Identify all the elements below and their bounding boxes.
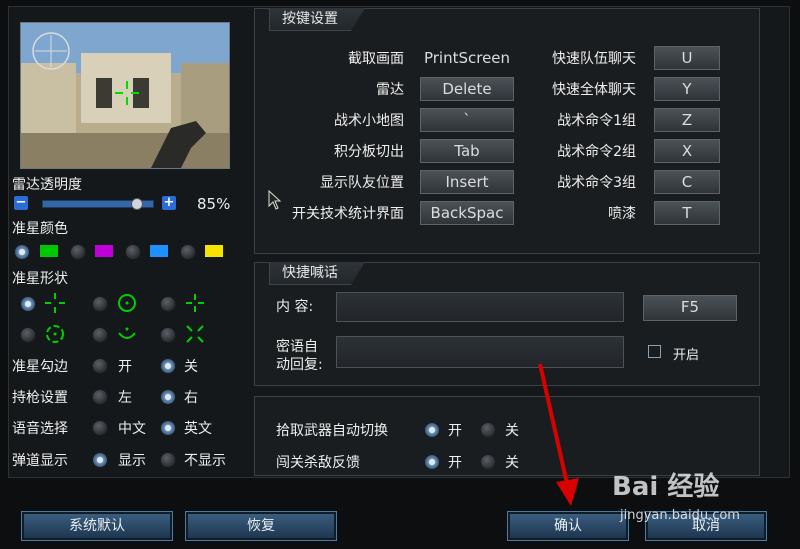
crosshair-preview-image (20, 22, 230, 169)
key-left-label-0: 截取画面 (348, 51, 404, 67)
radar-opacity-value: 85% (197, 195, 231, 213)
color-swatch-yellow (205, 245, 223, 257)
key-left-box-5[interactable]: BackSpac (420, 201, 514, 225)
kill-feedback-off-radio[interactable] (480, 454, 496, 470)
baidu-logo-watermark: Bai 经验 (612, 472, 720, 502)
key-left-box-3[interactable]: Tab (420, 139, 514, 163)
trajectory-show-label: 显示 (118, 453, 146, 469)
red-arrow-annotation (538, 363, 579, 506)
shape-radio-6[interactable] (160, 327, 176, 343)
auto-switch-on-label: 开 (448, 423, 462, 439)
shape-radio-3[interactable] (160, 296, 176, 312)
crosshair-circle-dot-icon (118, 294, 136, 312)
confirm-button[interactable]: 确认 (507, 511, 629, 541)
mouse-cursor-icon (268, 190, 282, 210)
crosshair-x-icon (186, 325, 204, 343)
color-swatch-blue (150, 245, 168, 257)
key-left-box-0[interactable]: PrintScreen (420, 46, 514, 70)
trajectory-hide-label: 不显示 (184, 453, 226, 469)
key-right-label-5: 喷漆 (608, 206, 636, 222)
key-right-box-5[interactable]: T (654, 201, 720, 225)
shape-radio-4[interactable] (20, 327, 36, 343)
shape-radio-2[interactable] (92, 296, 108, 312)
color-swatch-green (40, 245, 58, 257)
trajectory-hide-radio[interactable] (160, 452, 176, 468)
key-right-box-1[interactable]: Y (654, 77, 720, 101)
key-right-label-1: 快速全体聊天 (552, 82, 636, 98)
gun-left-radio[interactable] (92, 389, 108, 405)
gun-label: 持枪设置 (12, 390, 68, 406)
auto-reply-label-1: 密语自 (276, 339, 318, 355)
kill-feedback-label: 闯关杀敌反馈 (276, 455, 360, 471)
radar-opacity-label: 雷达透明度 (12, 177, 82, 193)
gun-left-label: 左 (118, 390, 132, 406)
voice-en-radio[interactable] (160, 420, 176, 436)
content-label: 内 容: (276, 299, 314, 315)
outline-on-label: 开 (118, 359, 132, 375)
auto-switch-label: 拾取武器自动切换 (276, 423, 388, 439)
preview-scene (21, 23, 229, 168)
voice-cn-radio[interactable] (92, 420, 108, 436)
color-radio-yellow[interactable] (180, 244, 196, 260)
key-right-box-2[interactable]: Z (654, 108, 720, 132)
key-right-label-0: 快速队伍聊天 (552, 51, 636, 67)
auto-switch-off-label: 关 (505, 423, 519, 439)
crosshair-cross-gap-icon (186, 294, 204, 312)
outline-off-label: 关 (184, 359, 198, 375)
key-left-label-4: 显示队友位置 (320, 175, 404, 191)
quick-shout-title: 快捷喊话 (269, 262, 365, 285)
minus-icon[interactable]: − (14, 196, 28, 210)
key-right-label-4: 战术命令3组 (557, 175, 636, 191)
key-right-box-3[interactable]: X (654, 139, 720, 163)
outline-off-radio[interactable] (160, 358, 176, 374)
key-right-label-3: 战术命令2组 (557, 144, 636, 160)
voice-en-label: 英文 (184, 421, 212, 437)
color-swatch-purple (95, 245, 113, 257)
key-left-box-1[interactable]: Delete (420, 77, 514, 101)
kill-feedback-off-label: 关 (505, 455, 519, 471)
key-left-label-1: 雷达 (376, 82, 404, 98)
outline-on-radio[interactable] (92, 358, 108, 374)
crosshair-cross-icon (45, 293, 65, 313)
auto-reply-label-2: 动回复: (276, 357, 323, 373)
key-left-box-4[interactable]: Insert (420, 170, 514, 194)
voice-label: 语音选择 (12, 421, 68, 437)
key-left-label-3: 积分板切出 (334, 144, 404, 160)
trajectory-show-radio[interactable] (92, 452, 108, 468)
kill-feedback-on-radio[interactable] (424, 454, 440, 470)
radar-opacity-slider[interactable] (42, 198, 154, 210)
color-radio-green[interactable] (14, 244, 30, 260)
restore-button[interactable]: 恢复 (185, 511, 337, 541)
gun-right-radio[interactable] (160, 389, 176, 405)
content-input[interactable] (336, 292, 624, 322)
plus-icon[interactable]: + (162, 196, 176, 210)
color-radio-purple[interactable] (70, 244, 86, 260)
auto-reply-enable-checkbox[interactable] (648, 345, 661, 358)
gun-right-label: 右 (184, 390, 198, 406)
voice-cn-label: 中文 (118, 421, 146, 437)
content-hotkey-box[interactable]: F5 (643, 295, 737, 321)
key-right-box-0[interactable]: U (654, 46, 720, 70)
shape-radio-1[interactable] (20, 296, 36, 312)
crosshair-shape-label: 准星形状 (12, 271, 68, 287)
key-left-box-2[interactable]: ` (420, 108, 514, 132)
auto-reply-enable-label: 开启 (673, 348, 700, 363)
key-right-box-4[interactable]: C (654, 170, 720, 194)
auto-switch-off-radio[interactable] (480, 422, 496, 438)
key-left-label-2: 战术小地图 (334, 113, 404, 129)
slider-thumb[interactable] (130, 198, 143, 210)
color-radio-blue[interactable] (125, 244, 141, 260)
kill-feedback-on-label: 开 (448, 455, 462, 471)
crosshair-dashed-circle-icon (46, 325, 64, 343)
crosshair-color-label: 准星颜色 (12, 221, 68, 237)
key-right-label-2: 战术命令1组 (557, 113, 636, 129)
system-default-button[interactable]: 系统默认 (21, 511, 173, 541)
watermark-url: jingyan.baidu.com (620, 508, 740, 523)
key-settings-title: 按键设置 (269, 8, 365, 31)
crosshair-smile-icon (118, 327, 136, 339)
auto-switch-on-radio[interactable] (424, 422, 440, 438)
shape-radio-5[interactable] (92, 327, 108, 343)
trajectory-label: 弹道显示 (12, 453, 68, 469)
outline-label: 准星勾边 (12, 359, 68, 375)
